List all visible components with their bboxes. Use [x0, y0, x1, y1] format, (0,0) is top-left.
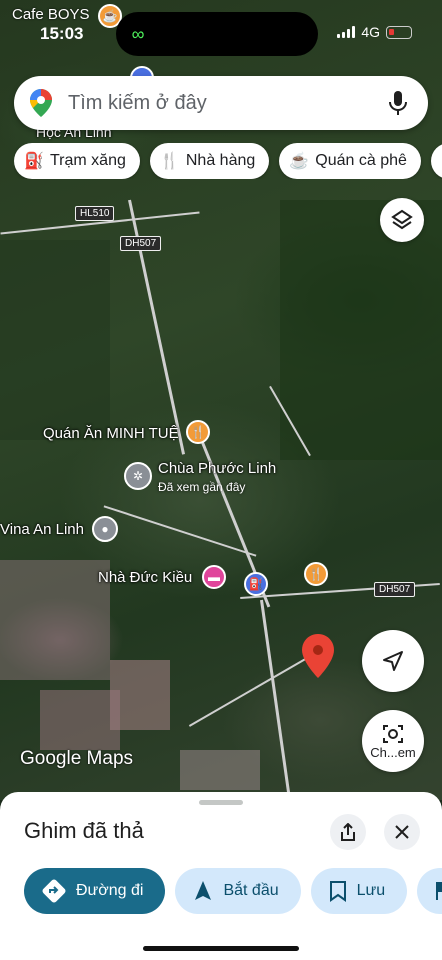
chip-label: Nhà hàng	[185, 152, 256, 169]
start-button[interactable]: Bắt đầu	[175, 868, 301, 914]
chip-more[interactable]	[430, 143, 442, 179]
action-buttons: Đường đi Bắt đầu Lưu	[24, 868, 442, 914]
farm-field	[180, 750, 260, 790]
battery-icon	[386, 25, 412, 39]
poi-label-nha-duc-kieu[interactable]: Nhà Đức Kiều	[98, 569, 192, 586]
restaurant-icon[interactable]: 🍴	[186, 420, 210, 444]
chip-label: Quán cà phê	[315, 152, 407, 169]
fuel-icon[interactable]: ⛽	[244, 572, 268, 596]
share-button[interactable]	[330, 814, 366, 850]
directions-label: Đường đi	[76, 882, 144, 899]
poi-sub-recently-viewed: Đã xem gần đây	[158, 480, 246, 494]
road	[103, 505, 257, 557]
share-icon	[341, 823, 355, 841]
chip-fuel[interactable]: ⛽ Trạm xăng	[14, 143, 140, 179]
sheet-title: Ghim đã thả	[24, 818, 144, 843]
road	[260, 599, 291, 799]
status-location-label: Cafe BOYS	[12, 6, 90, 23]
road-label-hl510: HL510	[75, 206, 115, 221]
hotel-icon[interactable]: ▬	[202, 565, 226, 589]
close-button[interactable]	[384, 814, 420, 850]
dropped-pin-icon[interactable]	[302, 634, 334, 678]
place-icon[interactable]: ●	[92, 516, 118, 542]
bookmark-icon	[329, 881, 346, 902]
close-icon	[395, 825, 409, 839]
road	[188, 655, 312, 727]
lens-label: Ch...em	[370, 744, 416, 760]
network-label: 4G	[361, 24, 380, 40]
farm-field	[110, 660, 170, 730]
farm-field	[0, 560, 110, 680]
save-label: Lưu	[356, 882, 386, 899]
google-maps-logo: Google Maps	[20, 748, 134, 769]
farm-field	[40, 690, 120, 750]
fuel-icon: ⛽	[24, 153, 44, 170]
signal-icon	[337, 26, 356, 38]
status-indicators: 4G	[337, 24, 412, 40]
search-bar[interactable]: Tìm kiếm ở đây	[14, 76, 428, 130]
link-icon: ∞	[131, 24, 145, 44]
restaurant-icon[interactable]: 🍴	[304, 562, 328, 586]
chip-label: Trạm xăng	[50, 152, 126, 169]
lens-button[interactable]: Ch...em	[362, 710, 424, 772]
start-label: Bắt đầu	[223, 882, 279, 899]
poi-label-chua-phuoc-linh[interactable]: Chùa Phước Linh	[158, 460, 276, 477]
status-bar: Cafe BOYS 15:03 ∞ 4G	[0, 0, 442, 56]
coffee-icon: ☕	[289, 153, 310, 170]
road-label-dh507-east: DH507	[374, 582, 416, 597]
chip-restaurant[interactable]: 🍴 Nhà hàng	[149, 143, 270, 179]
google-maps-pin-icon	[30, 89, 52, 117]
category-chips: ⛽ Trạm xăng 🍴 Nhà hàng ☕ Quán cà phê	[14, 143, 442, 179]
status-time: 15:03	[40, 24, 84, 43]
restaurant-icon: 🍴	[159, 153, 180, 170]
bottom-sheet[interactable]: Ghim đã thả Đường đi Bắt đầu Lưu	[0, 792, 442, 960]
mic-icon[interactable]	[386, 89, 410, 117]
directions-button[interactable]: Đường đi	[24, 868, 166, 914]
flag-icon	[436, 882, 442, 900]
poi-label-quan-an[interactable]: Quán Ăn MINH TUỆ	[43, 425, 179, 442]
sheet-handle[interactable]	[199, 800, 243, 805]
forest-area	[0, 240, 110, 440]
layers-icon	[391, 209, 413, 230]
home-indicator[interactable]	[143, 946, 299, 951]
navigation-icon	[195, 881, 212, 900]
camera-lens-icon	[383, 724, 403, 743]
chip-coffee[interactable]: ☕ Quán cà phê	[279, 143, 421, 179]
forest-area	[280, 200, 442, 460]
temple-icon[interactable]: ✲	[124, 462, 152, 490]
road-label-dh507: DH507	[120, 236, 162, 251]
save-button[interactable]: Lưu	[310, 868, 408, 914]
search-input[interactable]: Tìm kiếm ở đây	[68, 92, 386, 115]
navigation-arrow-icon	[383, 651, 403, 671]
label-button[interactable]	[417, 868, 442, 914]
poi-label-vina-an-linh[interactable]: Vina An Linh	[0, 521, 84, 538]
layers-button[interactable]	[380, 198, 424, 242]
directions-icon	[42, 879, 66, 903]
my-location-button[interactable]	[362, 630, 424, 692]
dynamic-island[interactable]: ∞	[116, 12, 318, 56]
